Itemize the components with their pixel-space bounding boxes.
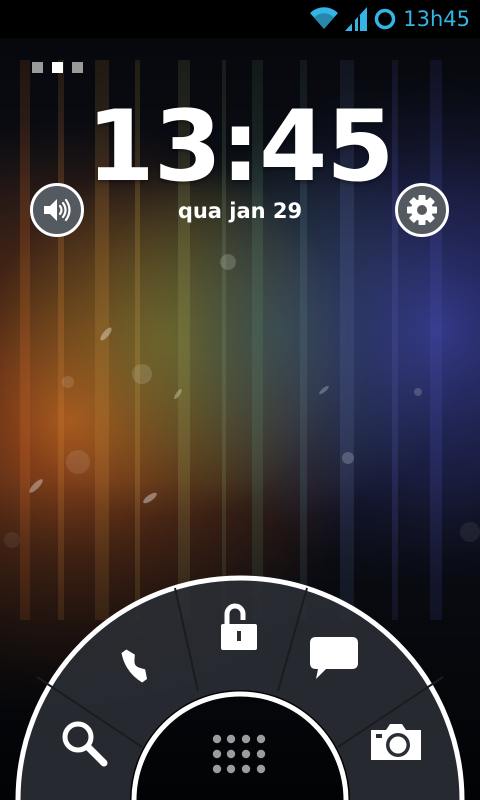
apps-grid-icon[interactable] xyxy=(212,734,266,774)
unlock-ring[interactable] xyxy=(0,560,480,800)
sound-icon xyxy=(44,198,71,222)
page-dot xyxy=(32,62,43,73)
signal-icon xyxy=(345,7,368,31)
page-dot-active xyxy=(52,62,63,73)
sync-ring-icon xyxy=(374,8,396,30)
settings-button[interactable] xyxy=(395,183,449,237)
sound-toggle-button[interactable] xyxy=(30,183,84,237)
page-dot xyxy=(72,62,83,73)
wifi-icon xyxy=(310,7,339,29)
page-indicator xyxy=(32,62,83,73)
status-time: 13h45 xyxy=(403,7,470,31)
status-bar: 13h45 xyxy=(0,0,480,38)
settings-icon xyxy=(407,195,437,225)
